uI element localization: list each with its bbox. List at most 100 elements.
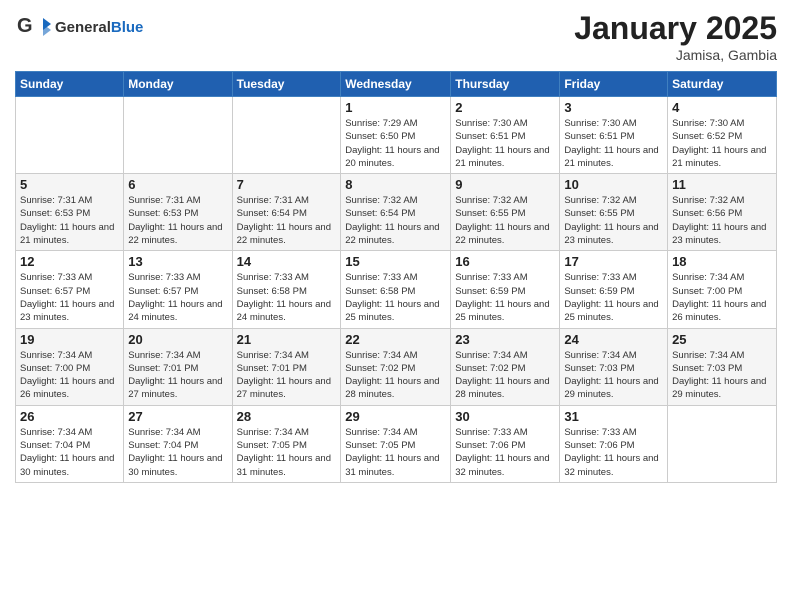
day-info: Sunrise: 7:34 AM Sunset: 7:03 PM Dayligh…	[672, 349, 772, 402]
calendar-cell: 11 Sunrise: 7:32 AM Sunset: 6:56 PM Dayli…	[668, 174, 777, 251]
calendar-cell: 10 Sunrise: 7:32 AM Sunset: 6:55 PM Dayli…	[560, 174, 668, 251]
page: G GeneralBlue January 2025 Jamisa, Gambi…	[0, 0, 792, 612]
calendar-cell: 16 Sunrise: 7:33 AM Sunset: 6:59 PM Dayli…	[451, 251, 560, 328]
day-number: 11	[672, 177, 772, 192]
day-info: Sunrise: 7:31 AM Sunset: 6:54 PM Dayligh…	[237, 194, 337, 247]
day-info: Sunrise: 7:34 AM Sunset: 7:00 PM Dayligh…	[672, 271, 772, 324]
day-number: 6	[128, 177, 227, 192]
calendar-cell: 20Sunrise: 7:34 AM Sunset: 7:01 PM Dayli…	[124, 328, 232, 405]
calendar-cell: 18 Sunrise: 7:34 AM Sunset: 7:00 PM Dayli…	[668, 251, 777, 328]
day-number: 31	[564, 409, 663, 424]
day-number: 30	[455, 409, 555, 424]
calendar-cell: 5 Sunrise: 7:31 AM Sunset: 6:53 PM Daylig…	[16, 174, 124, 251]
calendar-cell: 26 Sunrise: 7:34 AM Sunset: 7:04 PM Dayli…	[16, 405, 124, 482]
title-block: January 2025 Jamisa, Gambia	[574, 10, 777, 63]
day-info: Sunrise: 7:29 AM Sunset: 6:50 PM Dayligh…	[345, 117, 446, 170]
calendar-cell: 21 Sunrise: 7:34 AM Sunset: 7:01 PM Dayli…	[232, 328, 341, 405]
calendar-cell: 12Sunrise: 7:33 AM Sunset: 6:57 PM Dayli…	[16, 251, 124, 328]
day-info: Sunrise: 7:30 AM Sunset: 6:51 PM Dayligh…	[455, 117, 555, 170]
day-number: 28	[237, 409, 337, 424]
location: Jamisa, Gambia	[574, 47, 777, 63]
calendar-cell: 29 Sunrise: 7:34 AM Sunset: 7:05 PM Dayli…	[341, 405, 451, 482]
day-number: 16	[455, 254, 555, 269]
calendar-cell: 30Sunrise: 7:33 AM Sunset: 7:06 PM Dayli…	[451, 405, 560, 482]
day-info: Sunrise: 7:33 AM Sunset: 6:59 PM Dayligh…	[564, 271, 663, 324]
col-saturday: Saturday	[668, 72, 777, 97]
day-number: 9	[455, 177, 555, 192]
day-info: Sunrise: 7:34 AM Sunset: 7:01 PM Dayligh…	[237, 349, 337, 402]
day-info: Sunrise: 7:33 AM Sunset: 7:06 PM Dayligh…	[564, 426, 663, 479]
calendar-cell	[232, 97, 341, 174]
day-number: 10	[564, 177, 663, 192]
day-info: Sunrise: 7:30 AM Sunset: 6:52 PM Dayligh…	[672, 117, 772, 170]
calendar-cell: 17Sunrise: 7:33 AM Sunset: 6:59 PM Dayli…	[560, 251, 668, 328]
day-info: Sunrise: 7:34 AM Sunset: 7:00 PM Dayligh…	[20, 349, 119, 402]
day-info: Sunrise: 7:33 AM Sunset: 6:59 PM Dayligh…	[455, 271, 555, 324]
day-info: Sunrise: 7:34 AM Sunset: 7:05 PM Dayligh…	[237, 426, 337, 479]
calendar-cell	[16, 97, 124, 174]
calendar-week-1: 1Sunrise: 7:29 AM Sunset: 6:50 PM Daylig…	[16, 97, 777, 174]
logo-icon: G	[15, 10, 51, 46]
calendar-header-row: Sunday Monday Tuesday Wednesday Thursday…	[16, 72, 777, 97]
day-number: 7	[237, 177, 337, 192]
day-number: 24	[564, 332, 663, 347]
col-thursday: Thursday	[451, 72, 560, 97]
logo: G GeneralBlue	[15, 10, 143, 46]
calendar-cell: 14 Sunrise: 7:33 AM Sunset: 6:58 PM Dayli…	[232, 251, 341, 328]
calendar-week-4: 19 Sunrise: 7:34 AM Sunset: 7:00 PM Dayli…	[16, 328, 777, 405]
day-number: 27	[128, 409, 227, 424]
day-number: 20	[128, 332, 227, 347]
day-number: 14	[237, 254, 337, 269]
day-number: 29	[345, 409, 446, 424]
col-sunday: Sunday	[16, 72, 124, 97]
day-info: Sunrise: 7:34 AM Sunset: 7:04 PM Dayligh…	[128, 426, 227, 479]
day-number: 15	[345, 254, 446, 269]
month-title: January 2025	[574, 10, 777, 47]
day-info: Sunrise: 7:34 AM Sunset: 7:02 PM Dayligh…	[455, 349, 555, 402]
day-number: 12	[20, 254, 119, 269]
logo-general: General	[55, 19, 111, 36]
calendar-cell: 28 Sunrise: 7:34 AM Sunset: 7:05 PM Dayli…	[232, 405, 341, 482]
calendar-cell: 25 Sunrise: 7:34 AM Sunset: 7:03 PM Dayli…	[668, 328, 777, 405]
logo-blue: Blue	[111, 19, 144, 36]
logo-text: GeneralBlue	[55, 19, 143, 37]
calendar-cell: 31 Sunrise: 7:33 AM Sunset: 7:06 PM Dayli…	[560, 405, 668, 482]
day-number: 13	[128, 254, 227, 269]
calendar-cell: 6Sunrise: 7:31 AM Sunset: 6:53 PM Daylig…	[124, 174, 232, 251]
header: G GeneralBlue January 2025 Jamisa, Gambi…	[15, 10, 777, 63]
day-info: Sunrise: 7:33 AM Sunset: 6:58 PM Dayligh…	[345, 271, 446, 324]
day-number: 18	[672, 254, 772, 269]
day-info: Sunrise: 7:33 AM Sunset: 6:57 PM Dayligh…	[128, 271, 227, 324]
calendar-cell: 23 Sunrise: 7:34 AM Sunset: 7:02 PM Dayli…	[451, 328, 560, 405]
day-info: Sunrise: 7:34 AM Sunset: 7:04 PM Dayligh…	[20, 426, 119, 479]
calendar-week-5: 26 Sunrise: 7:34 AM Sunset: 7:04 PM Dayli…	[16, 405, 777, 482]
day-number: 26	[20, 409, 119, 424]
calendar-cell: 9 Sunrise: 7:32 AM Sunset: 6:55 PM Daylig…	[451, 174, 560, 251]
day-info: Sunrise: 7:31 AM Sunset: 6:53 PM Dayligh…	[20, 194, 119, 247]
calendar-week-2: 5 Sunrise: 7:31 AM Sunset: 6:53 PM Daylig…	[16, 174, 777, 251]
day-number: 3	[564, 100, 663, 115]
calendar: Sunday Monday Tuesday Wednesday Thursday…	[15, 71, 777, 483]
day-info: Sunrise: 7:33 AM Sunset: 6:58 PM Dayligh…	[237, 271, 337, 324]
day-info: Sunrise: 7:34 AM Sunset: 7:05 PM Dayligh…	[345, 426, 446, 479]
day-number: 19	[20, 332, 119, 347]
day-number: 21	[237, 332, 337, 347]
calendar-cell: 13 Sunrise: 7:33 AM Sunset: 6:57 PM Dayli…	[124, 251, 232, 328]
day-number: 8	[345, 177, 446, 192]
calendar-cell: 7 Sunrise: 7:31 AM Sunset: 6:54 PM Daylig…	[232, 174, 341, 251]
calendar-cell: 24 Sunrise: 7:34 AM Sunset: 7:03 PM Dayli…	[560, 328, 668, 405]
calendar-cell: 22Sunrise: 7:34 AM Sunset: 7:02 PM Dayli…	[341, 328, 451, 405]
calendar-cell: 27 Sunrise: 7:34 AM Sunset: 7:04 PM Dayli…	[124, 405, 232, 482]
day-number: 5	[20, 177, 119, 192]
col-friday: Friday	[560, 72, 668, 97]
day-info: Sunrise: 7:34 AM Sunset: 7:03 PM Dayligh…	[564, 349, 663, 402]
day-number: 23	[455, 332, 555, 347]
calendar-cell: 15 Sunrise: 7:33 AM Sunset: 6:58 PM Dayli…	[341, 251, 451, 328]
col-tuesday: Tuesday	[232, 72, 341, 97]
day-info: Sunrise: 7:34 AM Sunset: 7:02 PM Dayligh…	[345, 349, 446, 402]
day-info: Sunrise: 7:32 AM Sunset: 6:55 PM Dayligh…	[564, 194, 663, 247]
day-number: 4	[672, 100, 772, 115]
day-number: 25	[672, 332, 772, 347]
day-info: Sunrise: 7:32 AM Sunset: 6:56 PM Dayligh…	[672, 194, 772, 247]
day-info: Sunrise: 7:32 AM Sunset: 6:55 PM Dayligh…	[455, 194, 555, 247]
